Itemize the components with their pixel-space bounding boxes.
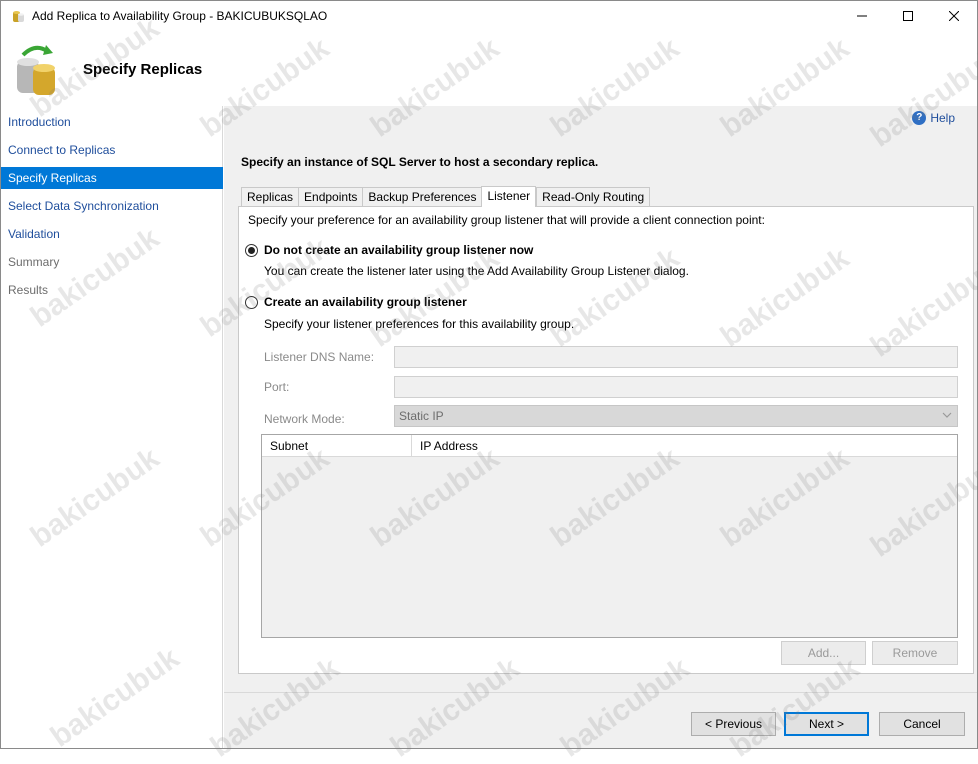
listener-panel: Specify your preference for an availabil… xyxy=(238,206,974,674)
tab-replicas[interactable]: Replicas xyxy=(241,187,299,207)
maximize-button[interactable] xyxy=(885,1,931,31)
option-no-listener-label: Do not create an availability group list… xyxy=(264,243,534,257)
app-icon xyxy=(13,11,24,22)
minimize-icon xyxy=(857,15,867,17)
chevron-down-icon xyxy=(942,412,952,418)
column-subnet: Subnet xyxy=(262,435,412,457)
nav-item-connect-to-replicas[interactable]: Connect to Replicas xyxy=(1,139,223,161)
remove-button: Remove xyxy=(872,641,958,665)
page-header: Specify Replicas xyxy=(1,31,977,106)
maximize-icon xyxy=(903,11,913,21)
tab-backup-preferences[interactable]: Backup Preferences xyxy=(362,187,482,207)
help-link[interactable]: ? Help xyxy=(912,111,955,125)
option-create-listener-hint: Specify your listener preferences for th… xyxy=(264,317,575,331)
next-button[interactable]: Next > xyxy=(784,712,869,736)
dns-name-input xyxy=(394,346,958,368)
close-button[interactable] xyxy=(931,1,977,31)
help-icon: ? xyxy=(912,111,927,125)
network-mode-value: Static IP xyxy=(399,409,444,423)
network-mode-label: Network Mode: xyxy=(264,412,345,426)
nav-item-summary: Summary xyxy=(8,255,60,269)
option-create-listener[interactable]: Create an availability group listener xyxy=(245,295,467,309)
nav-item-introduction[interactable]: Introduction xyxy=(1,111,223,133)
nav-item-results: Results xyxy=(8,283,49,297)
wizard-nav: Introduction Connect to Replicas Specify… xyxy=(1,106,223,748)
nav-item-select-data-synchronization[interactable]: Select Data Synchronization xyxy=(1,195,223,217)
nav-item-specify-replicas[interactable]: Specify Replicas xyxy=(1,167,223,189)
tab-strip: Replicas Endpoints Backup Preferences Li… xyxy=(241,186,651,207)
page-title: Specify Replicas xyxy=(83,61,203,78)
tab-read-only-routing[interactable]: Read-Only Routing xyxy=(536,187,651,207)
previous-button[interactable]: < Previous xyxy=(691,712,776,736)
window-title: Add Replica to Availability Group - BAKI… xyxy=(32,9,328,23)
radio-no-listener[interactable] xyxy=(245,243,258,257)
title-bar: Add Replica to Availability Group - BAKI… xyxy=(1,1,977,31)
tab-listener[interactable]: Listener xyxy=(481,186,537,207)
option-no-listener-hint: You can create the listener later using … xyxy=(264,264,689,278)
minimize-button[interactable] xyxy=(839,1,885,31)
grid-header: Subnet IP Address xyxy=(262,435,957,457)
add-button: Add... xyxy=(781,641,866,665)
network-mode-select: Static IP xyxy=(394,405,958,427)
tab-endpoints[interactable]: Endpoints xyxy=(298,187,363,207)
ip-address-grid: Subnet IP Address xyxy=(261,434,958,638)
column-ip-address: IP Address xyxy=(420,439,478,453)
port-input xyxy=(394,376,958,398)
close-icon xyxy=(949,11,959,21)
cancel-button[interactable]: Cancel xyxy=(879,712,965,736)
dialog-window: Add Replica to Availability Group - BAKI… xyxy=(0,0,978,764)
radio-create-listener[interactable] xyxy=(245,295,258,309)
instruction-text: Specify an instance of SQL Server to hos… xyxy=(241,155,599,169)
dns-name-label: Listener DNS Name: xyxy=(264,350,375,364)
main-content: ? Help Specify an instance of SQL Server… xyxy=(224,106,977,748)
nav-item-validation[interactable]: Validation xyxy=(1,223,223,245)
option-create-listener-label: Create an availability group listener xyxy=(264,295,467,309)
option-no-listener[interactable]: Do not create an availability group list… xyxy=(245,243,533,257)
help-label: Help xyxy=(930,111,955,125)
port-label: Port: xyxy=(264,380,290,394)
footer-divider xyxy=(224,692,977,693)
database-replica-icon xyxy=(17,45,55,95)
listener-description: Specify your preference for an availabil… xyxy=(248,213,765,227)
